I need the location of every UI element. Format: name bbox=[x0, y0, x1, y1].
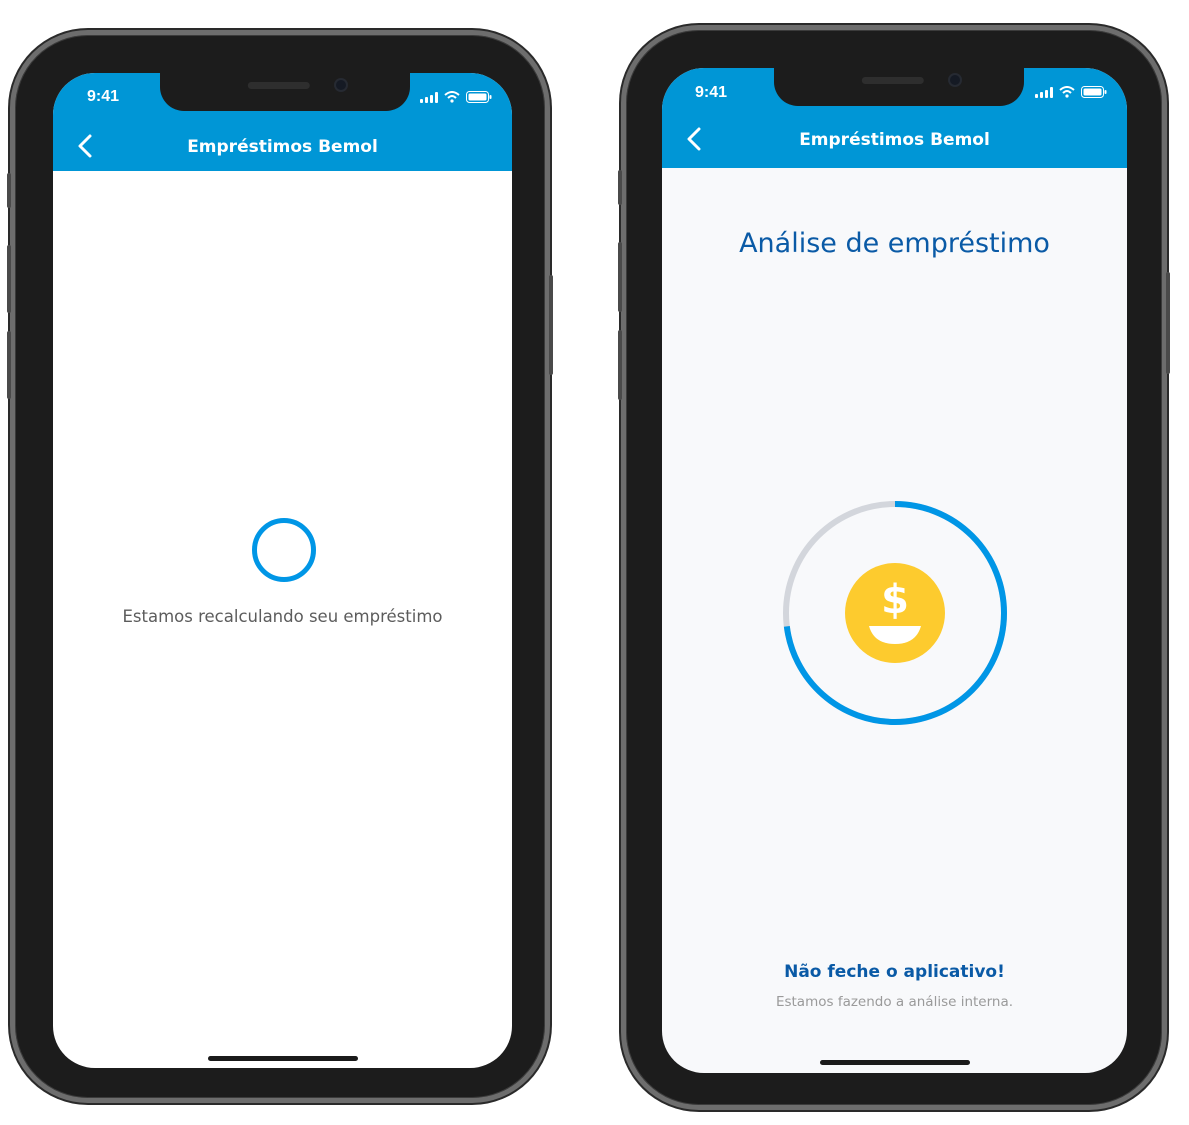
power-button bbox=[549, 275, 553, 375]
left-screen: 9:41 Empréstimos Bemol Estamos recalcula… bbox=[53, 73, 512, 1068]
warning-title: Não feche o aplicativo! bbox=[784, 962, 1005, 982]
home-indicator[interactable] bbox=[819, 1060, 970, 1065]
status-time: 9:41 bbox=[87, 88, 120, 105]
silent-switch bbox=[618, 170, 622, 205]
coin-symbol: $ bbox=[881, 577, 909, 623]
front-camera bbox=[336, 80, 346, 90]
page-title: Empréstimos Bemol bbox=[187, 137, 378, 157]
home-indicator[interactable] bbox=[207, 1056, 358, 1061]
silent-switch bbox=[7, 173, 11, 208]
battery-icon bbox=[1081, 86, 1107, 98]
volume-up-button bbox=[7, 245, 11, 313]
speaker bbox=[861, 77, 924, 84]
loading-spinner bbox=[252, 518, 316, 582]
speaker bbox=[247, 82, 310, 89]
loading-message: Estamos recalculando seu empréstimo bbox=[122, 607, 443, 626]
signal-icon bbox=[1035, 86, 1053, 98]
volume-down-button bbox=[7, 331, 11, 399]
wifi-icon bbox=[1059, 86, 1075, 98]
left-phone: 9:41 Empréstimos Bemol Estamos recalcula… bbox=[7, 30, 553, 1103]
power-button bbox=[1166, 272, 1170, 374]
right-screen: 9:41 Empréstimos Bemol Análise de emprés… bbox=[662, 68, 1127, 1073]
notch bbox=[774, 68, 1024, 106]
warning-subtitle: Estamos fazendo a análise interna. bbox=[775, 994, 1014, 1010]
status-icons bbox=[1035, 86, 1107, 98]
wifi-icon bbox=[444, 91, 460, 103]
analysis-progress-ring: $ bbox=[783, 501, 1007, 725]
signal-icon bbox=[420, 91, 438, 103]
right-phone: 9:41 Empréstimos Bemol Análise de emprés… bbox=[618, 25, 1170, 1110]
analysis-heading: Análise de empréstimo bbox=[739, 228, 1050, 259]
status-time: 9:41 bbox=[695, 84, 728, 101]
battery-icon bbox=[466, 91, 492, 103]
volume-up-button bbox=[618, 242, 622, 312]
dollar-coin-icon: $ bbox=[845, 563, 945, 663]
status-icons bbox=[420, 91, 492, 103]
front-camera bbox=[950, 75, 960, 85]
volume-down-button bbox=[618, 330, 622, 400]
notch bbox=[160, 73, 410, 111]
page-title: Empréstimos Bemol bbox=[799, 130, 990, 150]
